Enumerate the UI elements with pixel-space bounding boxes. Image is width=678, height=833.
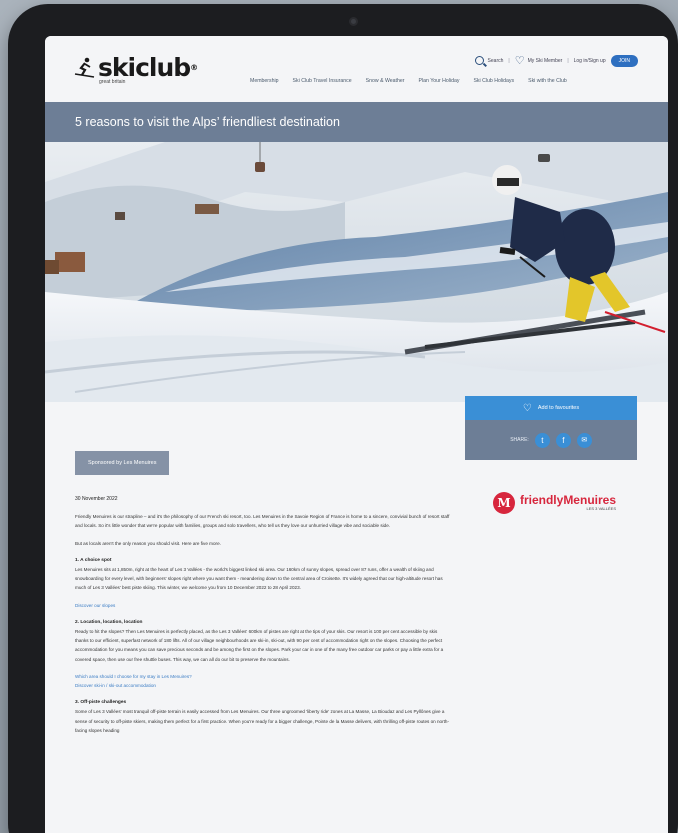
nav-item-snow-weather[interactable]: Snow & Weather	[366, 78, 405, 84]
section-1-title: 1. A choice spot	[75, 557, 112, 563]
article-intro-2: But as locals aren't the only reason you…	[75, 540, 221, 546]
tablet-frame: skiclub® great britain Search | ♡ My Ski…	[8, 4, 678, 833]
share-row: SHARE: t f ✉	[465, 420, 637, 460]
nav-item-ski-with-club[interactable]: Ski with the Club	[528, 78, 567, 84]
page-title: 5 reasons to visit the Alps’ friendliest…	[75, 115, 340, 129]
heart-icon[interactable]: ♡	[515, 54, 525, 67]
brand-name-b: Menuires	[563, 493, 616, 507]
hero-image	[45, 142, 668, 402]
logo-text: skiclub®	[98, 53, 198, 82]
nav-item-insurance[interactable]: Ski Club Travel Insurance	[293, 78, 352, 84]
skier-icon	[73, 56, 95, 78]
favourites-label: Add to favourites	[537, 405, 580, 411]
add-to-favourites-button[interactable]: ♡ Add to favourites	[465, 396, 637, 420]
my-account-link[interactable]: My Ski Member	[528, 58, 563, 64]
area-choice-link[interactable]: Which area should I choose for my stay i…	[75, 672, 450, 681]
brand-name-a: friendly	[519, 493, 564, 507]
accommodation-link[interactable]: Discover ski-in / ski-out accommodation	[75, 681, 450, 690]
logo-subtitle: great britain	[99, 79, 126, 85]
section-3-body: Some of Les 3 Vallées' most tranquil off…	[75, 709, 449, 733]
facebook-icon[interactable]: f	[555, 432, 571, 448]
site-header: skiclub® great britain Search | ♡ My Ski…	[45, 36, 668, 102]
utility-bar: Search | ♡ My Ski Member | Log in/Sign u…	[474, 54, 638, 67]
nav-item-membership[interactable]: Membership	[250, 78, 279, 84]
share-label: SHARE:	[510, 437, 529, 443]
skiclub-logo[interactable]: skiclub® great britain	[73, 53, 198, 85]
section-3-title: 3. Off-piste challenges	[75, 700, 127, 706]
discover-slopes-link[interactable]: Discover our slopes	[75, 601, 450, 610]
screen: skiclub® great britain Search | ♡ My Ski…	[45, 36, 668, 833]
camera-icon	[349, 17, 358, 26]
share-card: ♡ Add to favourites SHARE: t f ✉	[465, 396, 637, 460]
search-icon[interactable]	[474, 56, 484, 65]
menuires-mark-icon: M	[492, 492, 515, 514]
friendly-menuires-logo[interactable]: M friendlyMenuires LES 3 VALLÉES	[492, 492, 616, 514]
article-intro: Friendly Menuires is our strapline – and…	[75, 514, 450, 529]
heart-icon: ♡	[522, 402, 532, 414]
article-date: 30 November 2022	[75, 496, 118, 502]
section-2-title: 2. Location, location, location	[75, 619, 143, 625]
article-body: 30 November 2022 Friendly Menuires is ou…	[75, 495, 450, 743]
page-title-band: 5 reasons to visit the Alps’ friendliest…	[45, 102, 668, 142]
skier-photo	[45, 142, 668, 402]
login-link[interactable]: Log in/Sign up	[574, 58, 606, 64]
nav-item-plan-holiday[interactable]: Plan Your Holiday	[419, 78, 460, 84]
section-2-body: Ready to hit the slopes? Then Les Menuir…	[75, 629, 444, 662]
section-1-body: Les Menuires sits at 1,850m, right at th…	[75, 567, 443, 591]
sponsor-badge: Sponsored by Les Menuires	[75, 451, 170, 475]
join-button[interactable]: JOIN	[610, 54, 638, 67]
search-link[interactable]: Search	[488, 58, 504, 64]
nav-item-holidays[interactable]: Ski Club Holidays	[473, 78, 514, 84]
email-icon[interactable]: ✉	[576, 432, 592, 448]
twitter-icon[interactable]: t	[534, 432, 550, 448]
main-nav: Membership Ski Club Travel Insurance Sno…	[250, 78, 567, 84]
